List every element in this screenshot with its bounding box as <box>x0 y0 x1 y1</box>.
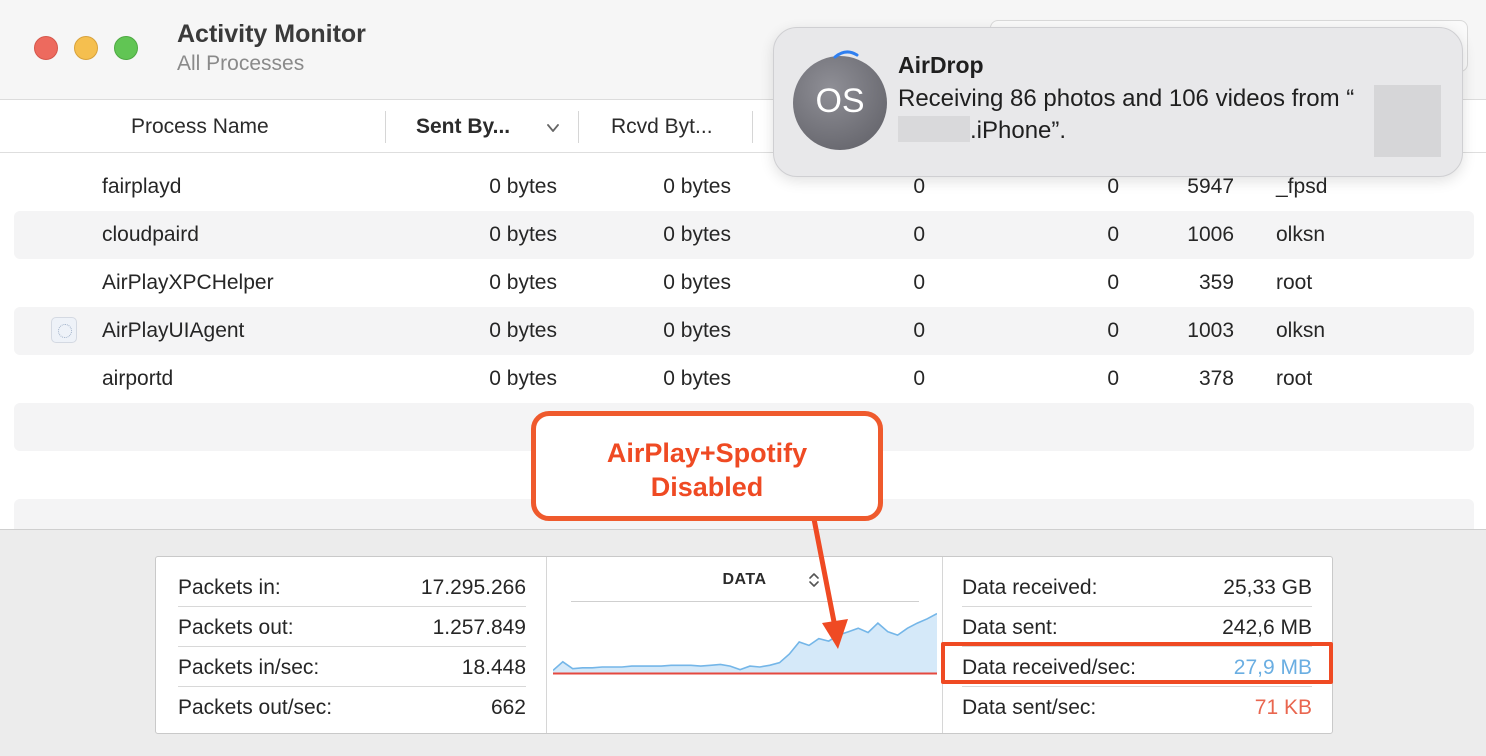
rcvd-bytes: 0 bytes <box>663 367 731 390</box>
file-thumbnail <box>1374 85 1441 157</box>
stat-label: Data received: <box>962 576 1098 599</box>
app-icon <box>51 317 77 343</box>
rcvd-bytes: 0 bytes <box>663 223 731 246</box>
stat-label: Packets out: <box>178 616 294 639</box>
avatar: OS <box>793 56 887 150</box>
airdrop-notification[interactable]: OS AirDrop Receiving 86 photos and 106 v… <box>773 27 1463 177</box>
table-row[interactable]: AirPlayXPCHelper 0 bytes 0 bytes 0 0 359… <box>14 259 1474 307</box>
arrow-icon <box>811 516 848 649</box>
pid: 1006 <box>1187 223 1234 246</box>
column-divider[interactable] <box>385 111 386 143</box>
user: olksn <box>1276 319 1326 342</box>
process-name: cloudpaird <box>102 223 199 246</box>
stat-row-packets-out: Packets out: 1.257.849 <box>178 607 526 647</box>
window-subtitle: All Processes <box>177 52 305 75</box>
pid: 1003 <box>1187 319 1234 342</box>
stat-value: 242,6 MB <box>1222 616 1312 639</box>
stat-value: 662 <box>490 696 526 719</box>
sent-bytes: 0 bytes <box>489 271 557 294</box>
network-data-chart <box>553 612 937 675</box>
sent-bytes: 0 bytes <box>489 367 557 390</box>
column-header-process-name[interactable]: Process Name <box>131 115 269 139</box>
window-title: Activity Monitor <box>177 20 366 48</box>
callout-line-2: Disabled <box>650 472 764 502</box>
notification-title: AirDrop <box>898 52 984 78</box>
sent-bytes: 0 bytes <box>489 175 557 198</box>
process-name: AirPlayXPCHelper <box>102 271 274 294</box>
stat-label: Packets in: <box>178 576 281 599</box>
notification-body: Receiving 86 photos and 106 videos from … <box>898 83 1368 147</box>
stat-value: 18.448 <box>461 656 526 679</box>
redacted-name <box>898 116 970 142</box>
chevron-down-icon[interactable] <box>546 121 560 135</box>
process-name: airportd <box>102 367 174 390</box>
rcvd-bytes: 0 bytes <box>663 271 731 294</box>
progress-arc-icon <box>833 50 859 59</box>
stat-label: Data sent/sec: <box>962 696 1097 719</box>
network-chart-panel: DATA <box>546 557 942 733</box>
stat-row-data-sent: Data sent: 242,6 MB <box>962 607 1312 647</box>
stat-row-data-sent-sec: Data sent/sec: 71 KB <box>962 687 1312 727</box>
rcvd-packets: 0 <box>1107 367 1119 390</box>
table-row[interactable]: cloudpaird 0 bytes 0 bytes 0 0 1006 olks… <box>14 211 1474 259</box>
chart-mode-selector[interactable]: DATA <box>547 571 942 589</box>
user: root <box>1276 271 1313 294</box>
rcvd-packets: 0 <box>1107 271 1119 294</box>
user: _fpsd <box>1276 175 1328 198</box>
sent-packets: 0 <box>913 271 925 294</box>
stat-label: Data sent: <box>962 616 1058 639</box>
highlight-box <box>941 642 1333 684</box>
stat-row-packets-in: Packets in: 17.295.266 <box>178 567 526 607</box>
stat-row-data-received: Data received: 25,33 GB <box>962 567 1312 607</box>
sent-bytes: 0 bytes <box>489 223 557 246</box>
process-name: AirPlayUIAgent <box>102 319 245 342</box>
minimize-window-button[interactable] <box>74 36 98 60</box>
received-area <box>553 613 937 673</box>
sent-bytes: 0 bytes <box>489 319 557 342</box>
stat-value: 17.295.266 <box>420 576 526 599</box>
stat-value: 71 KB <box>1254 696 1312 719</box>
notification-body-prefix: Receiving 86 photos and 106 videos from … <box>898 85 1355 112</box>
sent-packets: 0 <box>913 319 925 342</box>
sent-packets: 0 <box>913 175 925 198</box>
rcvd-packets: 0 <box>1107 223 1119 246</box>
sent-packets: 0 <box>913 223 925 246</box>
pid: 378 <box>1198 367 1234 390</box>
table-row[interactable]: AirPlayUIAgent 0 bytes 0 bytes 0 0 1003 … <box>14 307 1474 355</box>
user: root <box>1276 367 1313 390</box>
sent-packets: 0 <box>913 367 925 390</box>
annotation-callout: AirPlay+Spotify Disabled <box>531 411 883 521</box>
user: olksn <box>1276 223 1326 246</box>
table-row[interactable]: airportd 0 bytes 0 bytes 0 0 378 root <box>14 355 1474 403</box>
process-name: fairplayd <box>102 175 182 198</box>
avatar-initials: OS <box>815 82 865 120</box>
stat-value: 25,33 GB <box>1223 576 1312 599</box>
rcvd-bytes: 0 bytes <box>663 175 731 198</box>
rcvd-bytes: 0 bytes <box>663 319 731 342</box>
pid: 359 <box>1198 271 1234 294</box>
column-header-rcvd-bytes[interactable]: Rcvd Byt... <box>611 115 713 139</box>
rcvd-packets: 0 <box>1107 175 1119 198</box>
stat-label: Packets in/sec: <box>178 656 320 679</box>
callout-line-1: AirPlay+Spotify <box>606 438 808 468</box>
close-window-button[interactable] <box>34 36 58 60</box>
rcvd-packets: 0 <box>1107 319 1119 342</box>
packet-stats: Packets in: 17.295.266 Packets out: 1.25… <box>156 557 546 733</box>
stat-label: Packets out/sec: <box>178 696 333 719</box>
stat-row-packets-out-sec: Packets out/sec: 662 <box>178 687 526 727</box>
zoom-window-button[interactable] <box>114 36 138 60</box>
column-divider[interactable] <box>578 111 579 143</box>
column-header-sent-bytes[interactable]: Sent By... <box>416 115 510 139</box>
chart-divider <box>571 601 919 602</box>
column-divider[interactable] <box>752 111 753 143</box>
stat-row-packets-in-sec: Packets in/sec: 18.448 <box>178 647 526 687</box>
stat-value: 1.257.849 <box>432 616 526 639</box>
pid: 5947 <box>1187 175 1234 198</box>
notification-body-suffix: .iPhone”. <box>970 117 1067 144</box>
